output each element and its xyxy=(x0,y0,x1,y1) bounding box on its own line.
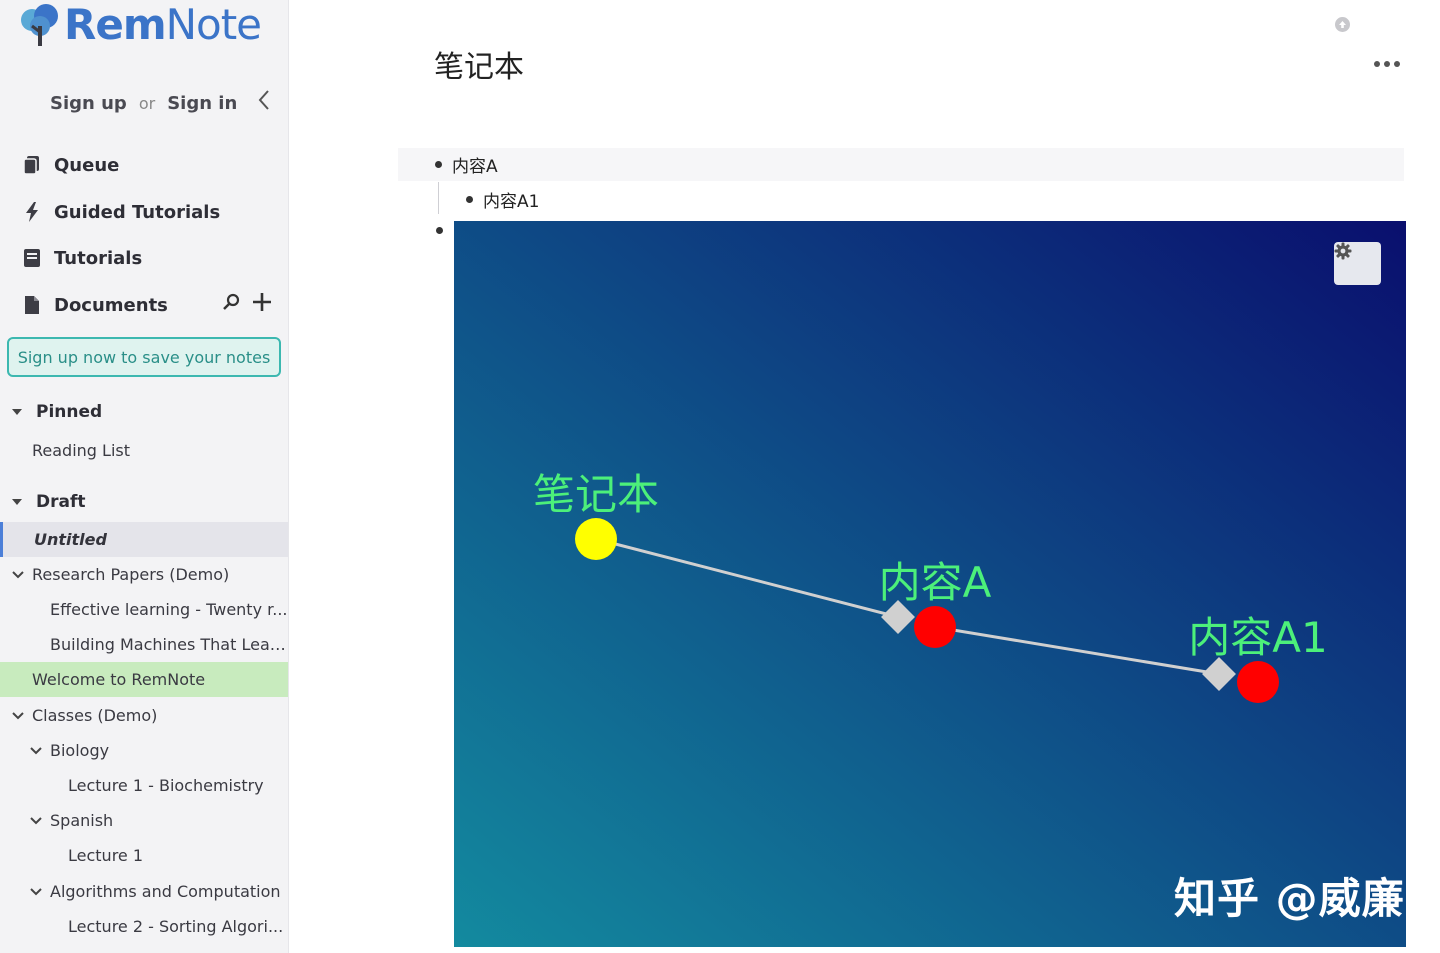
rem-text[interactable]: 内容A xyxy=(452,152,498,177)
tree-item-label: Building Machines That Lear... xyxy=(50,635,289,654)
graph-node[interactable] xyxy=(575,518,617,560)
tree-item-effective-learning[interactable]: Effective learning - Twenty r... xyxy=(0,592,288,627)
more-options-icon[interactable] xyxy=(1374,56,1400,72)
chevron-down-icon[interactable] xyxy=(30,745,42,757)
signup-banner-button[interactable]: Sign up now to save your notes xyxy=(7,337,281,377)
nav-documents-label: Documents xyxy=(54,294,168,316)
pinned-item-label: Reading List xyxy=(32,441,130,460)
rem-text[interactable]: 内容A1 xyxy=(483,187,539,212)
tree-item-label: Biology xyxy=(50,741,110,760)
tree-item-label: Effective learning - Twenty r... xyxy=(50,600,288,619)
remnote-logo[interactable]: RemNote xyxy=(18,0,262,50)
tree-item-lecture-biochem[interactable]: Lecture 1 - Biochemistry xyxy=(0,768,288,803)
tree-item-label: Lecture 2 - Sorting Algori... xyxy=(68,917,284,936)
bullet-icon[interactable] xyxy=(466,195,473,203)
auth-links: Sign up or Sign in xyxy=(50,88,237,118)
nav-guided-tutorials[interactable]: Guided Tutorials xyxy=(22,197,220,227)
graph-canvas[interactable]: 笔记本 内容A 内容A1 xyxy=(454,221,1406,947)
add-document-icon[interactable] xyxy=(252,292,272,312)
tree-item-label: Algorithms and Computation xyxy=(50,882,281,901)
graph-node-label: 内容A1 xyxy=(1188,613,1327,662)
caret-down-icon xyxy=(12,409,22,415)
tree-item-label: Research Papers (Demo) xyxy=(32,565,230,584)
tree-item-spanish[interactable]: Spanish xyxy=(0,803,288,838)
rem-row[interactable]: 内容A xyxy=(398,148,1404,181)
graph-node-label: 笔记本 xyxy=(533,470,659,519)
tree-item-lecture-sorting[interactable]: Lecture 2 - Sorting Algori... xyxy=(0,909,288,944)
graph-node-label: 内容A xyxy=(879,558,992,607)
indent-line xyxy=(438,182,439,214)
chevron-down-icon[interactable] xyxy=(12,710,24,722)
lightning-icon xyxy=(22,201,42,223)
tree-item-label: Welcome to RemNote xyxy=(32,670,206,689)
tree-item-classes[interactable]: Classes (Demo) xyxy=(0,698,288,733)
sidebar: RemNote Sign up or Sign in Queue Guided … xyxy=(0,0,289,953)
chevron-left-icon xyxy=(258,90,269,110)
tree-item-label: Classes (Demo) xyxy=(32,706,158,725)
queue-icon xyxy=(22,154,42,176)
tree-item-algorithms[interactable]: Algorithms and Computation xyxy=(0,874,288,909)
collapse-sidebar-button[interactable] xyxy=(254,86,274,114)
tree-logo-icon xyxy=(21,4,58,46)
graph-view[interactable]: 笔记本 内容A 内容A1 知乎 @威廉 xyxy=(454,221,1406,947)
logo-rem: Rem xyxy=(64,0,167,49)
document-actions xyxy=(222,292,272,312)
tree-item-label: Lecture 1 xyxy=(68,846,144,865)
logo-wordmark: RemNote xyxy=(64,0,262,50)
nav-queue-label: Queue xyxy=(54,154,120,176)
graph-settings-button[interactable] xyxy=(1334,242,1381,285)
bullet-icon[interactable] xyxy=(435,161,442,168)
watermark-text: 知乎 @威廉 xyxy=(1174,874,1405,923)
or-text: or xyxy=(138,93,156,113)
sign-up-link[interactable]: Sign up xyxy=(50,93,127,114)
nav-tutorials[interactable]: Tutorials xyxy=(22,243,142,273)
tree-item-label: Untitled xyxy=(34,530,107,549)
tree-item-label: Lecture 1 - Biochemistry xyxy=(68,776,264,795)
sign-in-link[interactable]: Sign in xyxy=(167,93,237,114)
draft-section-header[interactable]: Draft xyxy=(12,489,86,515)
tree-item-research-papers[interactable]: Research Papers (Demo) xyxy=(0,557,288,592)
tree-item-welcome[interactable]: Welcome to RemNote xyxy=(0,662,288,697)
page-title[interactable]: 笔记本 xyxy=(434,42,524,86)
nav-tutorials-label: Tutorials xyxy=(54,247,143,269)
nav-guided-label: Guided Tutorials xyxy=(54,201,221,223)
nav-documents[interactable]: Documents xyxy=(22,290,168,320)
tree-item-lecture-1[interactable]: Lecture 1 xyxy=(0,838,288,873)
logo-note: Note xyxy=(165,0,262,49)
nav-queue[interactable]: Queue xyxy=(22,150,119,180)
graph-node[interactable] xyxy=(1237,661,1279,703)
chevron-down-icon[interactable] xyxy=(30,815,42,827)
chevron-down-icon[interactable] xyxy=(12,569,24,581)
tree-item-building-machines[interactable]: Building Machines That Lear... xyxy=(0,627,289,662)
document-icon xyxy=(22,294,42,316)
gear-icon xyxy=(1334,242,1352,260)
pinned-title: Pinned xyxy=(36,402,103,422)
pinned-section-header[interactable]: Pinned xyxy=(12,399,102,425)
tree-item-label: Spanish xyxy=(50,811,114,830)
graph-node[interactable] xyxy=(914,606,956,648)
chevron-down-icon[interactable] xyxy=(30,886,42,898)
tree-item-untitled[interactable]: Untitled xyxy=(0,522,288,557)
tree-item-biology[interactable]: Biology xyxy=(0,733,288,768)
search-icon[interactable] xyxy=(222,293,240,311)
pinned-item[interactable]: Reading List xyxy=(0,433,288,468)
caret-down-icon xyxy=(12,499,22,505)
book-icon xyxy=(22,247,42,269)
rem-row[interactable]: 内容A1 xyxy=(466,184,539,214)
upload-icon[interactable] xyxy=(1335,17,1350,32)
bullet-icon[interactable] xyxy=(436,227,443,234)
draft-title: Draft xyxy=(36,492,86,512)
